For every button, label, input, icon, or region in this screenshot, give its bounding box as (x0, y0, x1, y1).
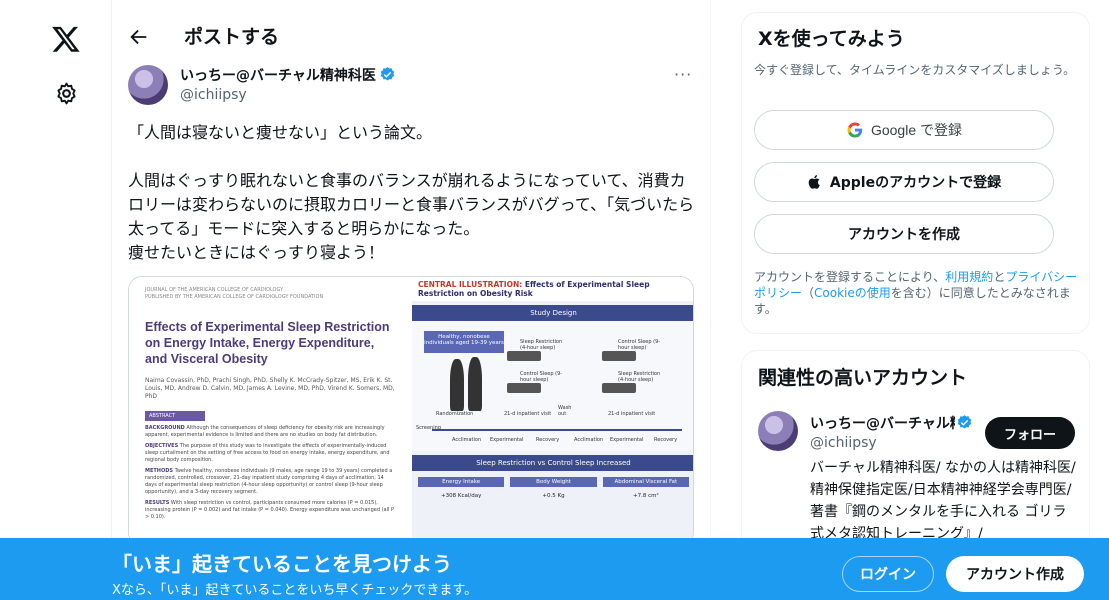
signup-banner: 「いま」起きていることを見つけよう Xなら、「いま」起きていることをいち早くチェ… (0, 538, 1109, 600)
abstract-obj-text: The purpose of this study was to investi… (145, 443, 390, 463)
abstract-meth-label: METHODS (145, 468, 173, 474)
abstract-res-text: With sleep restriction vs control, parti… (145, 500, 394, 520)
google-signup-label: Google で登録 (870, 122, 963, 138)
arm-label-1: Sleep Restriction (4-hour sleep) (520, 339, 563, 351)
abstract-objectives: OBJECTIVES The purpose of this study was… (145, 443, 396, 464)
signup-button[interactable]: アカウント作成 (946, 556, 1084, 592)
value-body-weight: +0.5 Kg (542, 493, 565, 499)
signup-card: Xを使ってみよう 今すぐ登録して、タイムラインをカスタマイズしましょう。 Goo… (741, 12, 1090, 334)
abstract-results: RESULTS With sleep restriction vs contro… (145, 500, 396, 521)
paper-authors: Naima Covassin, PhD, Prachi Singh, PhD, … (145, 377, 395, 400)
value-visceral-fat: +7.8 cm² (632, 493, 659, 499)
abstract-bg-label: BACKGROUND (145, 425, 185, 431)
left-nav (0, 0, 112, 600)
participants-box: Healthy, nonobese individuals aged 19-39… (424, 331, 504, 353)
follow-button[interactable]: フォロー (985, 417, 1075, 449)
study-design-header: Study Design (412, 305, 693, 321)
gear-icon[interactable] (54, 81, 79, 106)
related-name[interactable]: いっちー@バーチャル精神科医 (810, 413, 955, 433)
terms-and: と (993, 270, 1006, 284)
terms-prefix: アカウントを登録することにより、 (754, 270, 946, 284)
author-name[interactable]: いっちー@バーチャル精神科医 (180, 65, 396, 85)
washout-label: Wash out (558, 405, 572, 417)
bed-icon (507, 383, 541, 393)
journal-line-1: JOURNAL OF THE AMERICAN COLLEGE OF CARDI… (145, 287, 284, 293)
author-name-text: いっちー@バーチャル精神科医 (180, 68, 376, 84)
metric-body-weight: Body Weight (510, 477, 597, 487)
timeline-bar (432, 429, 682, 431)
randomization-label: Randomization (436, 411, 474, 417)
post-media[interactable]: JOURNAL OF THE AMERICAN COLLEGE OF CARDI… (128, 276, 694, 546)
create-account-button[interactable]: アカウントを作成 (754, 214, 1054, 254)
abstract-label: ABSTRACT (145, 411, 205, 421)
visit-label-1: 21-d inpatient visit (504, 411, 552, 417)
arm-label-2: Control Sleep (9-hour sleep) (520, 371, 563, 383)
terms-text: アカウントを登録することにより、利用規約とプライバシーポリシー（Cookieの使… (754, 269, 1084, 317)
banner-title: 「いま」起きていることを見つけよう (112, 552, 452, 576)
bed-icon (507, 351, 541, 361)
arm-label-3: Control Sleep (9-hour sleep) (618, 339, 661, 351)
related-bio: バーチャル精神科医/ なかの人は精神科医/精神保健指定医/日本精神神経学会専門医… (810, 460, 1076, 542)
signup-card-subtitle: 今すぐ登録して、タイムラインをカスタマイズしましょう。 (754, 63, 1076, 77)
page-title: ポストする (184, 26, 280, 48)
phase-label: Recovery (536, 437, 560, 443)
signup-card-title: Xを使ってみよう (758, 28, 905, 50)
illustration-title: CENTRAL ILLUSTRATION: Effects of Experim… (412, 277, 693, 301)
study-design-body: Healthy, nonobese individuals aged 19-39… (412, 321, 693, 451)
metric-visceral-fat: Abdominal Visceral Fat (602, 477, 689, 487)
author-handle[interactable]: @ichiipsy (180, 87, 247, 103)
login-button[interactable]: ログイン (842, 556, 934, 592)
paper-image: JOURNAL OF THE AMERICAN COLLEGE OF CARDI… (129, 277, 412, 545)
arrow-left-icon[interactable] (128, 26, 150, 48)
apple-signup-button[interactable]: Appleのアカウントで登録 (754, 162, 1054, 202)
illustration-title-prefix: CENTRAL ILLUSTRATION: (418, 280, 523, 289)
related-accounts-title: 関連性の高いアカウント (758, 367, 968, 389)
person-silhouette (468, 357, 482, 411)
terms-link[interactable]: 利用規約 (945, 270, 993, 284)
abstract-res-label: RESULTS (145, 500, 170, 506)
results-values-row: +308 Kcal/day +0.5 Kg +7.8 cm² (412, 493, 693, 505)
phase-label: Recovery (654, 437, 678, 443)
cookie-link[interactable]: Cookieの使用 (814, 286, 891, 300)
value-energy-intake: +308 Kcal/day (440, 493, 482, 499)
arm-label-4: Sleep Restriction (4-hour sleep) (618, 371, 661, 383)
bed-icon (602, 383, 636, 393)
phase-label: Acclimation (574, 437, 604, 443)
related-handle[interactable]: @ichiipsy (810, 435, 877, 451)
banner-subtitle: Xなら、「いま」起きていることをいち早くチェックできます。 (112, 583, 478, 598)
bed-icon (602, 351, 636, 361)
verified-badge-icon (957, 415, 972, 429)
phase-label: Acclimation (452, 437, 482, 443)
journal-line-2: PUBLISHED BY THE AMERICAN COLLEGE OF CAR… (145, 294, 324, 300)
post-text: 「人間は寝ないと痩せない」という論文。 人間はぐっすり眠れないと食事のバランスが… (128, 123, 695, 262)
more-options-icon[interactable]: ··· (674, 65, 692, 84)
google-signup-button[interactable]: Google で登録 (754, 110, 1054, 150)
google-logo-icon (847, 122, 863, 138)
abstract-meth-text: Twelve healthy, nonobese individuals (9 … (145, 468, 393, 495)
apple-logo-icon (808, 175, 820, 189)
results-header: Sleep Restriction vs Control Sleep Incre… (412, 455, 693, 471)
apple-signup-label: Appleのアカウントで登録 (829, 175, 1002, 191)
author-avatar[interactable] (128, 65, 168, 105)
paper-title: Effects of Experimental Sleep Restrictio… (145, 320, 390, 366)
abstract-obj-label: OBJECTIVES (145, 443, 179, 449)
verified-badge-icon (380, 67, 395, 81)
person-silhouette (450, 359, 464, 411)
main-column: ポストする いっちー@バーチャル精神科医 @ichiipsy ··· 「人間は寝… (112, 0, 711, 600)
phase-label: Experimental (610, 437, 644, 443)
x-logo-icon[interactable] (51, 24, 81, 54)
phase-label: Experimental (490, 437, 524, 443)
central-illustration: CENTRAL ILLUSTRATION: Effects of Experim… (412, 277, 693, 545)
abstract-methods: METHODS Twelve healthy, nonobese individ… (145, 468, 396, 496)
metric-energy-intake: Energy Intake (418, 477, 505, 487)
cookie-open: （ (802, 286, 815, 300)
abstract-background: BACKGROUND Although the consequences of … (145, 425, 396, 439)
results-metrics-row: Energy Intake Body Weight Abdominal Visc… (412, 471, 693, 493)
visit-label-2: 21-d inpatient visit (608, 411, 656, 417)
related-avatar[interactable] (758, 411, 798, 451)
